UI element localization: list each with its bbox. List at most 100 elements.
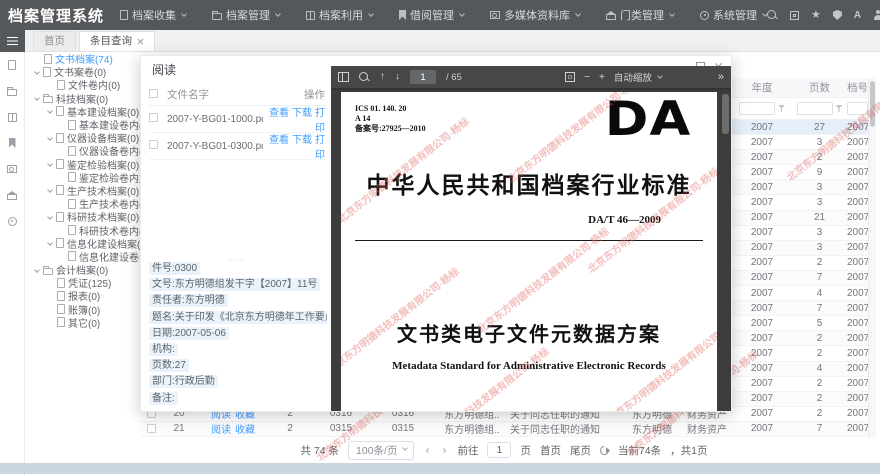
tree-item[interactable]: 信息化建设卷内(0)	[25, 250, 140, 263]
file-name: 2007-Y-BG01-1000.pdf	[167, 114, 263, 125]
view-link[interactable]: 查看	[269, 135, 289, 146]
rail-doc-icon[interactable]	[0, 52, 25, 78]
print-link[interactable]: 打印	[315, 135, 325, 161]
more-tools-button[interactable]: »	[718, 71, 724, 83]
filter-input[interactable]	[739, 102, 775, 115]
column-header[interactable]: 档号	[847, 78, 868, 97]
page-number-input[interactable]	[410, 70, 436, 84]
nav-menu-manage[interactable]: 档案管理	[212, 7, 280, 23]
rail-bookmark-icon[interactable]	[0, 130, 25, 156]
refresh-icon[interactable]	[598, 444, 611, 457]
nav-menu-borrow[interactable]: 借阅管理	[399, 7, 464, 23]
meta-field: 部门:行政后勤	[149, 375, 327, 391]
column-header[interactable]: 年度	[732, 78, 792, 97]
total-count: 共 74 条	[301, 443, 340, 458]
book-icon	[306, 11, 315, 20]
pdf-scrollbar-thumb[interactable]	[722, 94, 729, 134]
next-page-button[interactable]: ›	[440, 443, 448, 457]
chevron-down-icon	[368, 11, 374, 17]
tree-item[interactable]: 生产技术卷内(0)	[25, 197, 140, 210]
nav-menu-category[interactable]: 门类管理	[606, 7, 674, 23]
table-row[interactable]: 21阅读收藏203150315东方明德组..关于同志任职的通知东方明德财务资产2…	[140, 422, 868, 437]
rail-media-icon[interactable]	[0, 156, 25, 182]
tree-item[interactable]: 文书档案(74)	[25, 52, 140, 65]
tree-item[interactable]: 生产技术档案(0)	[25, 184, 140, 197]
user-icon[interactable]	[873, 10, 880, 20]
doc-icon	[68, 225, 76, 235]
bottom-scrollbar[interactable]	[0, 463, 880, 474]
file-checkbox[interactable]	[149, 113, 158, 122]
fullscreen-icon[interactable]	[790, 11, 799, 20]
doc-icon	[43, 67, 51, 77]
tree-item[interactable]: 基本建设档案(0)	[25, 105, 140, 118]
tab-home[interactable]: 首页	[33, 31, 76, 51]
first-page-link[interactable]: 首页	[540, 443, 561, 458]
zoom-out-icon[interactable]: −	[584, 72, 590, 83]
filter-input[interactable]	[847, 102, 868, 115]
nav-menu-collect[interactable]: 档案收集	[120, 7, 186, 23]
doc-icon	[56, 212, 64, 222]
find-icon[interactable]	[359, 72, 370, 83]
last-page-link[interactable]: 尾页	[570, 443, 591, 458]
favorite-link[interactable]: 收藏	[235, 422, 255, 436]
tree-item[interactable]: 仪器设备卷内(0)	[25, 144, 140, 157]
file-row[interactable]: 2007-Y-BG01-1000.pdf查看下载打印	[149, 106, 325, 133]
tree-item[interactable]: 科研技术档案(0)	[25, 210, 140, 223]
download-link[interactable]: 下载	[292, 108, 312, 119]
nav-menu-media[interactable]: 多媒体资料库	[490, 7, 580, 23]
tab-entry-query[interactable]: 条目查询	[79, 31, 155, 51]
tree-item[interactable]: 鉴定检验档案(0)	[25, 158, 140, 171]
rail-bank-icon[interactable]	[0, 182, 25, 208]
table-scrollbar[interactable]	[868, 78, 876, 438]
tree-item[interactable]: 会计档案(0)	[25, 263, 140, 276]
filter-icon[interactable]	[778, 105, 785, 112]
rail-gear-icon[interactable]	[0, 208, 25, 234]
tree-item[interactable]: 基本建设卷内(0)	[25, 118, 140, 131]
tree-item[interactable]: 账簿(0)	[25, 303, 140, 316]
page-up-icon[interactable]: ↑	[380, 72, 385, 82]
tree-item[interactable]: 其它(0)	[25, 316, 140, 329]
star-icon[interactable]	[811, 10, 821, 21]
tree-item[interactable]: 科研技术卷内(0)	[25, 223, 140, 236]
read-link[interactable]: 阅读	[211, 422, 231, 436]
tree-item[interactable]: 科技档案(0)	[25, 92, 140, 105]
folder-icon	[43, 268, 53, 275]
search-icon[interactable]	[767, 10, 778, 21]
zoom-in-icon[interactable]: +	[599, 72, 605, 83]
nav-menu-use[interactable]: 档案利用	[306, 7, 373, 23]
filter-icon[interactable]	[836, 105, 843, 112]
file-checkbox[interactable]	[149, 140, 158, 149]
row-checkbox[interactable]	[147, 424, 156, 433]
rail-menu-icon[interactable]	[0, 30, 25, 52]
tree-item[interactable]: 报表(0)	[25, 289, 140, 302]
tree-item[interactable]: 凭证(125)	[25, 276, 140, 289]
close-icon[interactable]	[137, 38, 144, 45]
caret-icon	[47, 214, 53, 220]
tree-item[interactable]: 鉴定检验卷内文件(0)	[25, 171, 140, 184]
select-all-checkbox[interactable]	[149, 89, 158, 98]
file-name-header: 文件名字	[167, 87, 263, 102]
nav-menu-system[interactable]: 系统管理	[700, 7, 767, 23]
file-row[interactable]: 2007-Y-BG01-0300.pdf查看下载打印	[149, 133, 325, 160]
prev-page-button[interactable]: ‹	[423, 443, 431, 457]
page-down-icon[interactable]: ↓	[395, 72, 400, 82]
page-size-select[interactable]: 100条/页	[348, 441, 414, 460]
rail-book-icon[interactable]	[0, 104, 25, 130]
sidebar-toggle-icon[interactable]	[338, 72, 349, 82]
font-size-icon[interactable]	[854, 10, 861, 21]
tree-item[interactable]: 仪器设备档案(0)	[25, 131, 140, 144]
download-link[interactable]: 下载	[292, 135, 312, 146]
shield-icon[interactable]	[833, 10, 842, 20]
zoom-select[interactable]: 自动缩放	[614, 70, 662, 84]
tree-item[interactable]: 信息化建设档案(0)	[25, 237, 140, 250]
scrollbar-thumb[interactable]	[870, 81, 875, 127]
goto-page-input[interactable]	[487, 442, 511, 458]
filter-input[interactable]	[797, 102, 833, 115]
page-total: / 65	[446, 72, 462, 83]
tree-item[interactable]: 文件卷内(0)	[25, 78, 140, 91]
rail-folder-icon[interactable]	[0, 78, 25, 104]
tree-item[interactable]: 文书案卷(0)	[25, 65, 140, 78]
view-link[interactable]: 查看	[269, 108, 289, 119]
fit-page-icon[interactable]	[565, 72, 575, 82]
column-header[interactable]: 页数	[792, 78, 847, 97]
